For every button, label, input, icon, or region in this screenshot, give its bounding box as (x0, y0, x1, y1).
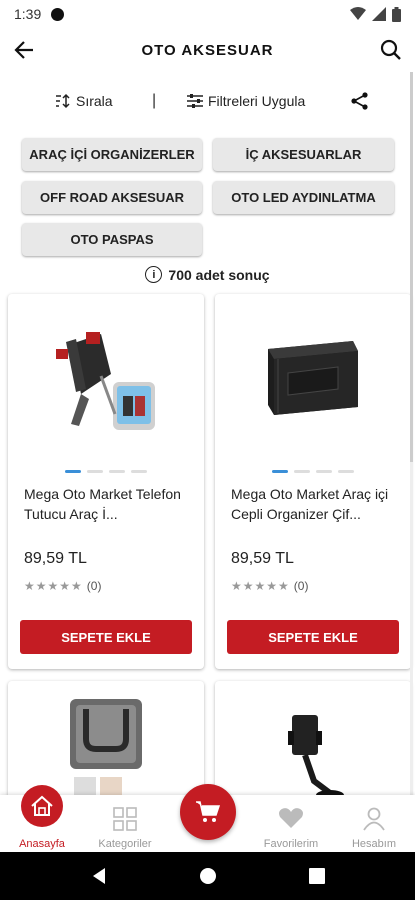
share-button[interactable] (350, 91, 370, 111)
screen: 1:39 OTO AKSESUAR Sırala | Filtreleri Uy… (0, 0, 415, 900)
filter-button[interactable]: Filtreleri Uygula (186, 93, 305, 109)
status-icons (350, 6, 401, 22)
sort-button[interactable]: Sırala (54, 93, 113, 109)
product-card[interactable] (215, 681, 411, 811)
product-card[interactable]: Mega Oto Market Araç içi Cepli Organizer… (215, 294, 411, 669)
battery-icon (392, 6, 401, 22)
nav-categories[interactable]: Kategoriler (85, 799, 165, 851)
review-count: (0) (86, 579, 102, 593)
scrollbar[interactable] (410, 72, 413, 852)
chip-off-road-aksesuar[interactable]: OFF ROAD AKSESUAR (22, 181, 202, 214)
filter-label: Filtreleri Uygula (208, 93, 306, 109)
nav-categories-label: Kategoriler (98, 838, 152, 850)
product-card[interactable]: Mega Oto Market Telefon Tutucu Araç İ...… (8, 294, 204, 669)
product-rating: ★★★★★ (0) (231, 579, 308, 593)
chip-oto-paspas[interactable]: OTO PASPAS (22, 223, 202, 256)
review-count: (0) (293, 579, 309, 593)
chip-ic-aksesuarlar[interactable]: İÇ AKSESUARLAR (213, 138, 394, 171)
nav-home-label: Anasayfa (19, 838, 65, 850)
phone-mount-image (288, 715, 344, 800)
wifi-icon (350, 7, 366, 20)
search-icon (380, 39, 401, 60)
arrow-left-icon (14, 41, 33, 59)
product-image-phone-mount[interactable] (215, 681, 411, 811)
nav-account[interactable]: Hesabım (334, 799, 414, 851)
status-bar: 1:39 (0, 0, 415, 28)
grid-icon (113, 807, 137, 831)
share-icon (351, 92, 368, 110)
filter-sliders-icon (187, 94, 203, 108)
system-recents-icon[interactable] (308, 868, 325, 884)
toolbar-separator: | (152, 92, 157, 109)
cart-button[interactable] (180, 784, 236, 840)
image-carousel-dots (8, 470, 204, 473)
sort-label: Sırala (76, 93, 113, 109)
rating-stars: ★★★★★ (231, 579, 290, 593)
app-header: OTO AKSESUAR (0, 30, 415, 70)
product-name[interactable]: Mega Oto Market Telefon Tutucu Araç İ... (24, 484, 192, 524)
chip-oto-led-aydinlatma[interactable]: OTO LED AYDINLATMA (213, 181, 394, 214)
chip-arac-ici-organizerler[interactable]: ARAÇ İÇİ ORGANİZERLER (22, 138, 202, 171)
result-count: i 700 adet sonuç (0, 266, 415, 283)
phone-holder-image (56, 332, 155, 430)
product-rating: ★★★★★ (0) (24, 579, 101, 593)
sort-filter-toolbar: Sırala | Filtreleri Uygula (0, 88, 415, 118)
organizer-image (268, 341, 358, 415)
nav-home[interactable]: Anasayfa (2, 785, 82, 851)
signal-icon (372, 7, 386, 21)
status-time: 1:39 (14, 6, 42, 22)
result-count-text: 700 adet sonuç (168, 266, 270, 283)
add-to-cart-button[interactable]: SEPETE EKLE (227, 620, 399, 654)
system-navigation-bar (0, 852, 415, 900)
system-back-icon[interactable] (91, 867, 107, 885)
system-home-icon[interactable] (199, 867, 217, 885)
product-price: 89,59 TL (231, 550, 294, 567)
nav-favorites[interactable]: Favorilerim (251, 799, 331, 851)
heart-icon (279, 808, 303, 828)
headrest-hook-image (70, 699, 142, 795)
rating-stars: ★★★★★ (24, 579, 83, 593)
cart-icon (196, 801, 221, 822)
back-button[interactable] (8, 34, 40, 66)
product-image-phone-holder[interactable] (8, 294, 204, 454)
page-title: OTO AKSESUAR (141, 41, 274, 59)
product-name[interactable]: Mega Oto Market Araç içi Cepli Organizer… (231, 484, 399, 524)
nav-favorites-label: Favorilerim (263, 838, 319, 850)
product-image-organizer[interactable] (215, 294, 411, 454)
nav-account-label: Hesabım (351, 838, 397, 850)
home-icon (21, 785, 63, 827)
add-to-cart-button[interactable]: SEPETE EKLE (20, 620, 192, 654)
sort-icon (56, 93, 70, 109)
product-price: 89,59 TL (24, 550, 87, 567)
search-button[interactable] (375, 34, 407, 66)
image-carousel-dots (215, 470, 411, 473)
notification-dot-icon (51, 7, 65, 21)
person-icon (363, 807, 385, 831)
info-icon: i (145, 266, 163, 283)
